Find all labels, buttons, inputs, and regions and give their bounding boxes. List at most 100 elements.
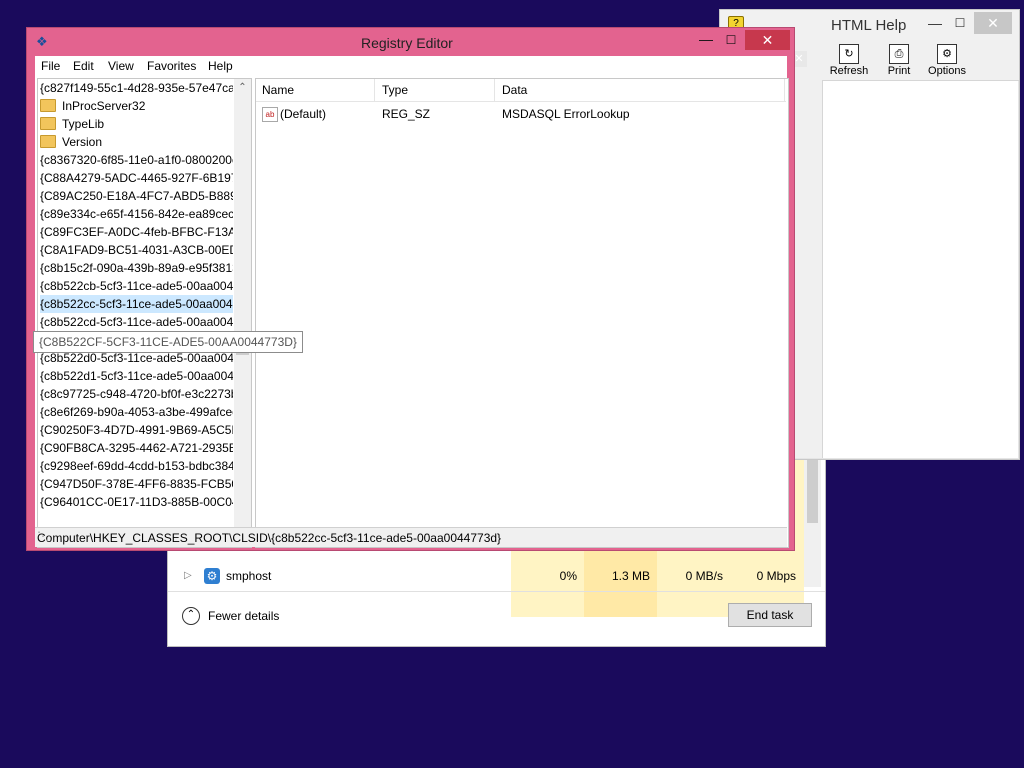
tree-item[interactable]: Version xyxy=(40,133,233,151)
value-data: MSDASQL ErrorLookup xyxy=(502,107,630,121)
tree-item-label: {c8367320-6f85-11e0-a1f0-0800200c9 xyxy=(40,153,233,167)
tree-item[interactable]: {c9298eef-69dd-4cdd-b153-bdbc384 xyxy=(40,457,233,475)
status-bar: Computer\HKEY_CLASSES_ROOT\CLSID\{c8b522… xyxy=(35,527,787,547)
process-network: 0 Mbps xyxy=(756,569,796,583)
tree-item[interactable]: {c8c97725-c948-4720-bf0f-e3c2273bf xyxy=(40,385,233,403)
end-task-button[interactable]: End task xyxy=(728,603,812,627)
tree-item[interactable]: {C90250F3-4D7D-4991-9B69-A5C5BC xyxy=(40,421,233,439)
minimize-button[interactable]: — xyxy=(923,12,947,34)
list-header: Name Type Data xyxy=(256,79,786,102)
tree-item[interactable]: {c89e334c-e65f-4156-842e-ea89cec7 xyxy=(40,205,233,223)
tree-item-label: TypeLib xyxy=(62,117,105,131)
tree-item-label: {c8c97725-c948-4720-bf0f-e3c2273bf xyxy=(40,387,233,401)
process-name: smphost xyxy=(226,569,272,583)
process-cpu: 0% xyxy=(559,569,577,583)
folder-icon xyxy=(40,135,56,148)
tree-item-label: {C89FC3EF-A0DC-4feb-BFBC-F13A9C xyxy=(40,225,233,239)
process-memory: 1.3 MB xyxy=(584,563,657,589)
tree-item[interactable]: {C947D50F-378E-4FF6-8835-FCB5030 xyxy=(40,475,233,493)
process-disk: 0 MB/s xyxy=(685,569,723,583)
resize-grip-icon[interactable]: ⋱ xyxy=(37,530,49,542)
tree-item-label: {c8e6f269-b90a-4053-a3be-499afcec xyxy=(40,405,233,419)
close-button[interactable]: ✕ xyxy=(974,12,1012,34)
tree-item[interactable]: {C89AC250-E18A-4FC7-ABD5-B8897B xyxy=(40,187,233,205)
column-divider[interactable] xyxy=(494,79,495,101)
expand-arrow-icon[interactable]: ▷ xyxy=(184,563,192,589)
tree-item[interactable]: {c8367320-6f85-11e0-a1f0-0800200c9 xyxy=(40,151,233,169)
menu-file[interactable]: File xyxy=(41,59,60,73)
registry-editor-title: Registry Editor xyxy=(361,35,453,51)
menu-favorites[interactable]: Favorites xyxy=(147,59,196,73)
string-value-icon: ab xyxy=(262,107,278,122)
column-header-type[interactable]: Type xyxy=(382,83,408,97)
tree-item[interactable]: {c8e6f269-b90a-4053-a3be-499afcec xyxy=(40,403,233,421)
registry-editor-window: ❖ Registry Editor — ☐ ✕ File Edit View F… xyxy=(26,27,795,551)
tree-item-label: {c8b522d1-5cf3-11ce-ade5-00aa0044 xyxy=(40,369,233,383)
column-header-data[interactable]: Data xyxy=(502,83,527,97)
menu-edit[interactable]: Edit xyxy=(73,59,94,73)
tree-item[interactable]: InProcServer32 xyxy=(40,97,233,115)
maximize-button[interactable]: ☐ xyxy=(719,30,743,50)
regedit-app-icon: ❖ xyxy=(36,34,48,49)
tree-item-label: {c8b522d0-5cf3-11ce-ade5-00aa0044 xyxy=(40,351,233,365)
print-icon: ⎙ xyxy=(889,44,909,64)
registry-editor-titlebar[interactable]: ❖ Registry Editor — ☐ ✕ xyxy=(27,28,794,56)
registry-values-list[interactable]: Name Type Data ab (Default) REG_SZ MSDAS… xyxy=(255,78,789,548)
value-name: (Default) xyxy=(280,107,327,121)
tree-item-label: {C88A4279-5ADC-4465-927F-6B19777 xyxy=(40,171,233,185)
html-help-title: HTML Help xyxy=(831,17,907,34)
tree-item-label: {c8b522cc-5cf3-11ce-ade5-00aa0044 xyxy=(40,297,233,311)
key-path: Computer\HKEY_CLASSES_ROOT\CLSID\{c8b522… xyxy=(37,531,502,545)
tree-item[interactable]: {C89FC3EF-A0DC-4feb-BFBC-F13A9C xyxy=(40,223,233,241)
minimize-button[interactable]: — xyxy=(694,30,718,50)
tree-item-label: {C947D50F-378E-4FF6-8835-FCB5030 xyxy=(40,477,233,491)
tree-item-label: InProcServer32 xyxy=(62,99,146,113)
column-header-name[interactable]: Name xyxy=(262,83,294,97)
value-type: REG_SZ xyxy=(382,107,431,121)
tree-vertical-scrollbar[interactable]: ⌃ xyxy=(234,79,251,529)
process-row[interactable]: ▷ ⚙ smphost 0% 1.3 MB 0 MB/s 0 Mbps xyxy=(168,563,804,589)
tree-item-label: {c8b522cb-5cf3-11ce-ade5-00aa0044 xyxy=(40,279,233,293)
maximize-button[interactable]: ☐ xyxy=(948,12,972,34)
tree-item[interactable]: {c827f149-55c1-4d28-935e-57e47caed xyxy=(40,79,233,97)
fewer-details-label: Fewer details xyxy=(208,609,280,623)
tree-item[interactable]: {c8b15c2f-090a-439b-89a9-e95f3813 xyxy=(40,259,233,277)
refresh-label: Refresh xyxy=(829,65,869,77)
tree-item[interactable]: {c8b522d1-5cf3-11ce-ade5-00aa0044 xyxy=(40,367,233,385)
tree-item[interactable]: {C96401CC-0E17-11D3-885B-00C04F xyxy=(40,493,233,511)
tree-item[interactable]: TypeLib xyxy=(40,115,233,133)
refresh-button[interactable]: ↻ Refresh xyxy=(826,42,872,77)
print-button[interactable]: ⎙ Print xyxy=(876,42,922,77)
tree-item-label: {C89AC250-E18A-4FC7-ABD5-B8897B xyxy=(40,189,233,203)
tree-item[interactable]: {C90FB8CA-3295-4462-A721-2935E8 xyxy=(40,439,233,457)
tree-item[interactable]: {c8b522cc-5cf3-11ce-ade5-00aa0044 xyxy=(40,295,233,313)
tree-item-label: {C90250F3-4D7D-4991-9B69-A5C5BC xyxy=(40,423,233,437)
registry-key-tree[interactable]: {c827f149-55c1-4d28-935e-57e47caed InProc… xyxy=(37,78,252,548)
fewer-details-toggle[interactable]: ⌃ Fewer details xyxy=(182,605,279,627)
tree-item-label: Version xyxy=(62,135,103,149)
menu-view[interactable]: View xyxy=(108,59,134,73)
print-label: Print xyxy=(887,65,911,77)
options-icon: ⚙ xyxy=(937,44,957,64)
tree-item-label: {c8b15c2f-090a-439b-89a9-e95f3813 xyxy=(40,261,233,275)
tree-item[interactable]: {C8A1FAD9-BC51-4031-A3CB-00EDB xyxy=(40,241,233,259)
options-button[interactable]: ⚙ Options xyxy=(924,42,970,77)
tree-item[interactable]: {c8b522cb-5cf3-11ce-ade5-00aa0044 xyxy=(40,277,233,295)
tree-item-label: {c827f149-55c1-4d28-935e-57e47caed xyxy=(40,81,233,95)
refresh-icon: ↻ xyxy=(839,44,859,64)
scroll-up-icon[interactable]: ⌃ xyxy=(234,79,251,96)
tree-item-label: {C8A1FAD9-BC51-4031-A3CB-00EDB xyxy=(40,243,233,257)
tree-item[interactable]: {C88A4279-5ADC-4465-927F-6B19777 xyxy=(40,169,233,187)
tree-item-label: {c9298eef-69dd-4cdd-b153-bdbc384 xyxy=(40,459,233,473)
tree-item-label: {c89e334c-e65f-4156-842e-ea89cec7 xyxy=(40,207,233,221)
folder-icon xyxy=(40,117,56,130)
value-row[interactable]: ab (Default) REG_SZ MSDASQL ErrorLookup xyxy=(256,105,786,123)
menu-help[interactable]: Help xyxy=(208,59,233,73)
column-divider[interactable] xyxy=(374,79,375,101)
chevron-up-icon: ⌃ xyxy=(182,607,200,625)
menu-bar: File Edit View Favorites Help xyxy=(35,56,787,76)
close-button[interactable]: ✕ xyxy=(745,30,790,50)
tree-item[interactable]: {c8b522cd-5cf3-11ce-ade5-00aa0044 xyxy=(40,313,233,331)
column-divider[interactable] xyxy=(784,79,785,101)
registry-editor-client: File Edit View Favorites Help {c827f149-… xyxy=(35,56,789,548)
